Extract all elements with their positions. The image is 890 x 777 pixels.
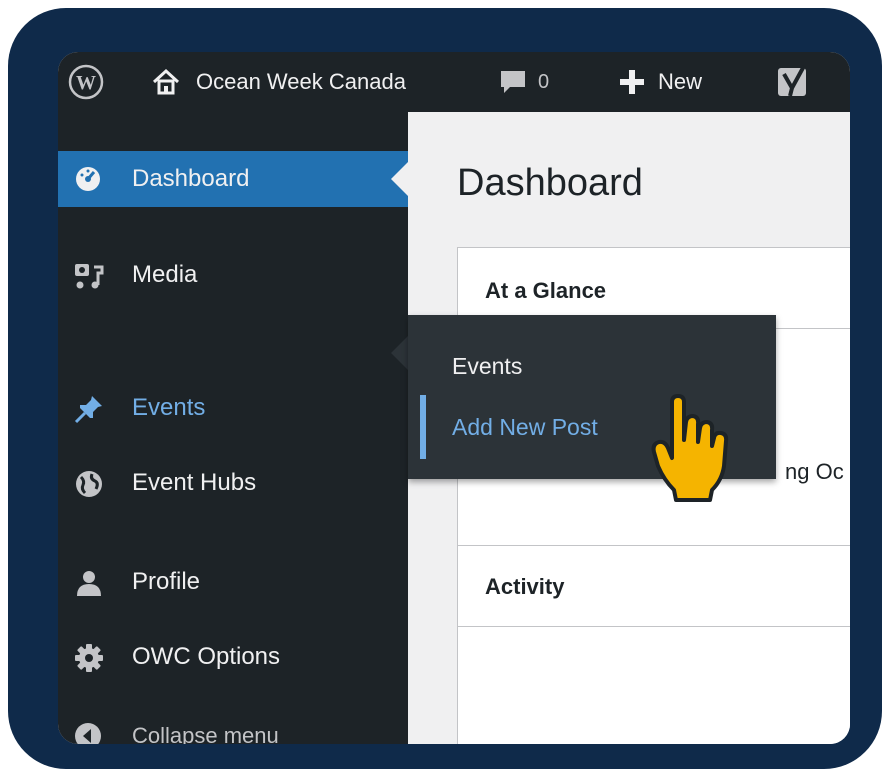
sidebar-item-label: Media bbox=[132, 261, 198, 288]
widget-title: At a Glance bbox=[485, 278, 607, 303]
sidebar-item-owc-options[interactable]: OWC Options bbox=[58, 629, 408, 685]
home-icon bbox=[150, 66, 182, 98]
sidebar-item-event-hubs[interactable]: Event Hubs bbox=[58, 455, 408, 511]
widget-activity: Activity bbox=[457, 545, 850, 744]
widget-partial-text: ng Oc bbox=[785, 459, 844, 484]
sidebar-item-label: Events bbox=[132, 394, 206, 421]
pin-icon bbox=[74, 394, 102, 424]
yoast-y-icon[interactable] bbox=[774, 52, 814, 112]
gear-icon bbox=[74, 643, 103, 672]
sidebar-item-label: Dashboard bbox=[132, 165, 250, 192]
new-label: New bbox=[658, 69, 703, 94]
site-name-link[interactable]: Ocean Week Canada bbox=[150, 52, 406, 112]
dashboard-gauge-icon bbox=[74, 165, 102, 193]
hand-pointer-icon bbox=[650, 394, 736, 509]
comments-count: 0 bbox=[538, 70, 550, 93]
sidebar-item-media[interactable]: Media bbox=[58, 247, 408, 303]
user-icon bbox=[74, 568, 102, 596]
media-icon bbox=[74, 261, 104, 289]
sidebar-item-label: Collapse menu bbox=[132, 723, 279, 744]
sidebar-item-label: Event Hubs bbox=[132, 469, 257, 496]
wordpress-logo-icon[interactable]: W bbox=[68, 52, 104, 112]
sidebar-item-label: OWC Options bbox=[132, 643, 281, 670]
collapse-menu-button[interactable]: Collapse menu bbox=[58, 708, 408, 744]
comment-bubble-icon bbox=[498, 67, 528, 97]
page-title: Dashboard bbox=[457, 162, 643, 204]
submenu-item-add-new-post[interactable]: Add New Post bbox=[452, 414, 598, 441]
sidebar-item-label: Profile bbox=[132, 568, 201, 595]
sidebar-item-profile[interactable]: Profile bbox=[58, 554, 408, 610]
current-item-indicator bbox=[420, 395, 426, 459]
comments-link[interactable]: 0 bbox=[498, 52, 549, 112]
active-menu-pointer bbox=[391, 162, 408, 196]
wp-admin-screen: W Ocean Week Canada 0 New Dashboard Medi… bbox=[58, 52, 850, 744]
svg-text:W: W bbox=[76, 72, 96, 94]
flyout-pointer bbox=[391, 336, 408, 370]
sidebar-item-events[interactable]: Events bbox=[58, 380, 408, 436]
site-name: Ocean Week Canada bbox=[196, 69, 406, 94]
widget-header[interactable]: Activity bbox=[458, 546, 850, 627]
admin-bar: W Ocean Week Canada 0 New bbox=[58, 52, 850, 112]
new-content-link[interactable]: New bbox=[618, 52, 702, 112]
submenu-item-events[interactable]: Events bbox=[452, 353, 522, 380]
collapse-arrow-icon bbox=[74, 722, 102, 744]
admin-sidebar: Dashboard Media Events Event Hubs Profil… bbox=[58, 112, 408, 744]
widget-title: Activity bbox=[485, 574, 565, 599]
plus-icon bbox=[618, 68, 646, 96]
sidebar-item-dashboard[interactable]: Dashboard bbox=[58, 151, 408, 207]
globe-icon bbox=[74, 469, 102, 497]
